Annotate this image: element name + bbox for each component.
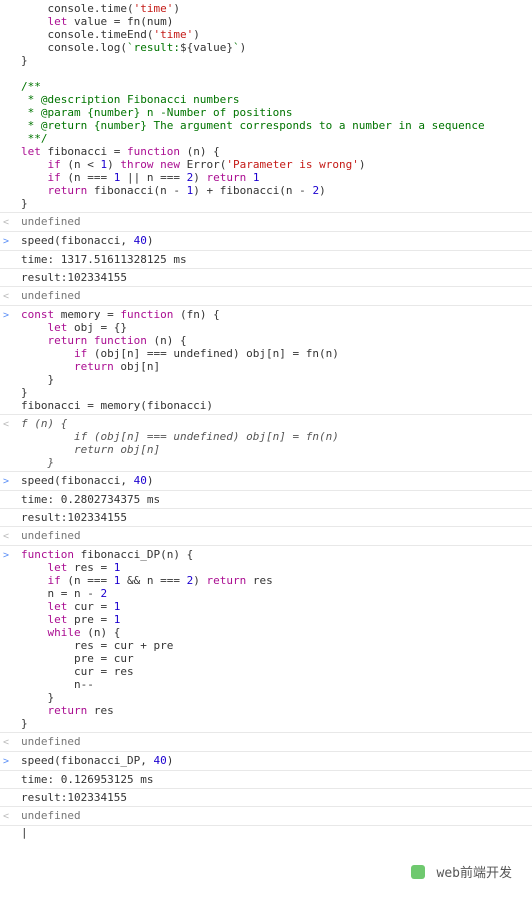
output-prompt-icon: <	[3, 417, 15, 469]
console-row-content[interactable]: time: 1317.51611328125 ms	[15, 253, 532, 266]
console-row-content[interactable]: speed(fibonacci_DP, 40)	[15, 754, 532, 768]
blank-gutter	[3, 253, 15, 266]
output-prompt-icon: <	[3, 289, 15, 303]
console-row[interactable]: time: 1317.51611328125 ms	[0, 251, 532, 269]
console-row[interactable]: result:102334155	[0, 269, 532, 287]
output-prompt-icon: <	[3, 735, 15, 749]
output-prompt-icon: <	[3, 809, 15, 823]
console-row-content[interactable]: const memory = function (fn) { let obj =…	[15, 308, 532, 412]
console-row-content[interactable]: function fibonacci_DP(n) { let res = 1 i…	[15, 548, 532, 730]
console-row[interactable]: result:102334155	[0, 509, 532, 527]
console-row[interactable]: <undefined	[0, 807, 532, 826]
console-row[interactable]: <undefined	[0, 213, 532, 232]
input-prompt-icon: >	[3, 308, 15, 412]
console-row-content[interactable]: time: 0.126953125 ms	[15, 773, 532, 786]
blank-gutter	[3, 493, 15, 506]
console-row[interactable]: time: 0.126953125 ms	[0, 771, 532, 789]
console-row-content[interactable]: time: 0.2802734375 ms	[15, 493, 532, 506]
input-prompt-icon: >	[3, 474, 15, 488]
console-row[interactable]: <undefined	[0, 287, 532, 306]
console-row[interactable]: >speed(fibonacci_DP, 40)	[0, 752, 532, 771]
console-row-content[interactable]: undefined	[15, 215, 532, 229]
console-input-cursor[interactable]: |	[0, 826, 532, 839]
input-prompt-icon: >	[3, 234, 15, 248]
wechat-icon	[411, 865, 425, 879]
console-row-content[interactable]: speed(fibonacci, 40)	[15, 234, 532, 248]
console-row[interactable]: >function fibonacci_DP(n) { let res = 1 …	[0, 546, 532, 733]
output-prompt-icon: <	[3, 529, 15, 543]
input-prompt-icon: >	[3, 754, 15, 768]
console-row-content[interactable]: undefined	[15, 735, 532, 749]
console-row-content[interactable]: result:102334155	[15, 271, 532, 284]
console-row-content[interactable]: undefined	[15, 289, 532, 303]
watermark-text: web前端开发	[437, 866, 512, 881]
console-row-content[interactable]: undefined	[15, 529, 532, 543]
output-prompt-icon: <	[3, 215, 15, 229]
console-row[interactable]: console.time('time') let value = fn(num)…	[0, 0, 532, 213]
console-row-content[interactable]: f (n) { if (obj[n] === undefined) obj[n]…	[15, 417, 532, 469]
console-row[interactable]: result:102334155	[0, 789, 532, 807]
blank-gutter	[3, 511, 15, 524]
blank-gutter	[3, 271, 15, 284]
blank-gutter	[3, 2, 15, 210]
console-row[interactable]: >speed(fibonacci, 40)	[0, 472, 532, 491]
console-row[interactable]: >const memory = function (fn) { let obj …	[0, 306, 532, 415]
console-row[interactable]: time: 0.2802734375 ms	[0, 491, 532, 509]
console-row-content[interactable]: result:102334155	[15, 511, 532, 524]
console-row-content[interactable]: result:102334155	[15, 791, 532, 804]
console-row[interactable]: >speed(fibonacci, 40)	[0, 232, 532, 251]
console-row[interactable]: <undefined	[0, 527, 532, 546]
blank-gutter	[3, 773, 15, 786]
console-row[interactable]: <undefined	[0, 733, 532, 752]
devtools-console[interactable]: console.time('time') let value = fn(num)…	[0, 0, 532, 826]
console-row-content[interactable]: speed(fibonacci, 40)	[15, 474, 532, 488]
console-row[interactable]: <f (n) { if (obj[n] === undefined) obj[n…	[0, 415, 532, 472]
console-row-content[interactable]: undefined	[15, 809, 532, 823]
watermark: web前端开发	[411, 865, 512, 880]
console-row-content[interactable]: console.time('time') let value = fn(num)…	[15, 2, 532, 210]
input-prompt-icon: >	[3, 548, 15, 730]
blank-gutter	[3, 791, 15, 804]
